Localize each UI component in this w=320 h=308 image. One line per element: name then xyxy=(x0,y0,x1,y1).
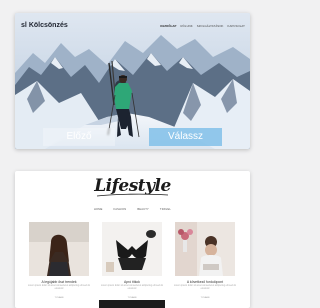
read-more-link[interactable]: TOVÁBB xyxy=(27,297,91,299)
post-image-lingerie[interactable] xyxy=(102,222,162,276)
lifestyle-nav-travel[interactable]: TRAVEL xyxy=(160,208,171,211)
lifestyle-nav-fashion[interactable]: FASHION xyxy=(114,208,127,211)
post-title[interactable]: Apró titkok xyxy=(100,280,164,284)
title-brush-underline xyxy=(96,193,169,197)
post-image-girl-flowers[interactable] xyxy=(175,222,235,276)
lifestyle-template-card[interactable]: Lifestyle HOME FASHION BEAUTY TRAVEL A l… xyxy=(15,171,250,308)
post-excerpt: Lorem ipsum dolor sit amet consectetur a… xyxy=(100,285,164,290)
brand-logo-mark: sl xyxy=(21,22,27,29)
mountain-template-card[interactable]: sl Kölcsönzés KEZDŐLAP RÓLUNK SZOLGÁLTATÁ… xyxy=(15,13,250,149)
nav-item-home[interactable]: KEZDŐLAP xyxy=(160,24,176,28)
choose-button[interactable]: Válassz xyxy=(149,128,222,146)
nav-item-about[interactable]: RÓLUNK xyxy=(181,24,193,28)
brand-logo[interactable]: sl Kölcsönzés xyxy=(21,22,68,29)
top-navigation: KEZDŐLAP RÓLUNK SZOLGÁLTATÁSOK KAPCSOLAT xyxy=(160,24,245,28)
read-more-link[interactable]: TOVÁBB xyxy=(173,297,237,299)
post-title[interactable]: A következő fordulópont xyxy=(173,280,237,284)
post-excerpt: Lorem ipsum dolor sit amet consectetur a… xyxy=(173,285,237,290)
lifestyle-navigation: HOME FASHION BEAUTY TRAVEL xyxy=(15,208,250,211)
post-image-woman[interactable] xyxy=(29,222,89,276)
brand-logo-text: Kölcsönzés xyxy=(28,22,68,29)
nav-item-services[interactable]: SZOLGÁLTATÁSOK xyxy=(197,24,224,28)
post-title[interactable]: A legújabb őszi trendek xyxy=(27,280,91,284)
read-more-link[interactable]: TOVÁBB xyxy=(100,297,164,299)
previous-button[interactable]: Előző xyxy=(43,128,115,146)
next-post-image-strip xyxy=(99,300,165,308)
lifestyle-nav-home[interactable]: HOME xyxy=(94,208,103,211)
post-excerpt: Lorem ipsum dolor sit amet consectetur a… xyxy=(27,285,91,290)
nav-item-contact[interactable]: KAPCSOLAT xyxy=(228,24,245,28)
lifestyle-nav-beauty[interactable]: BEAUTY xyxy=(137,208,149,211)
